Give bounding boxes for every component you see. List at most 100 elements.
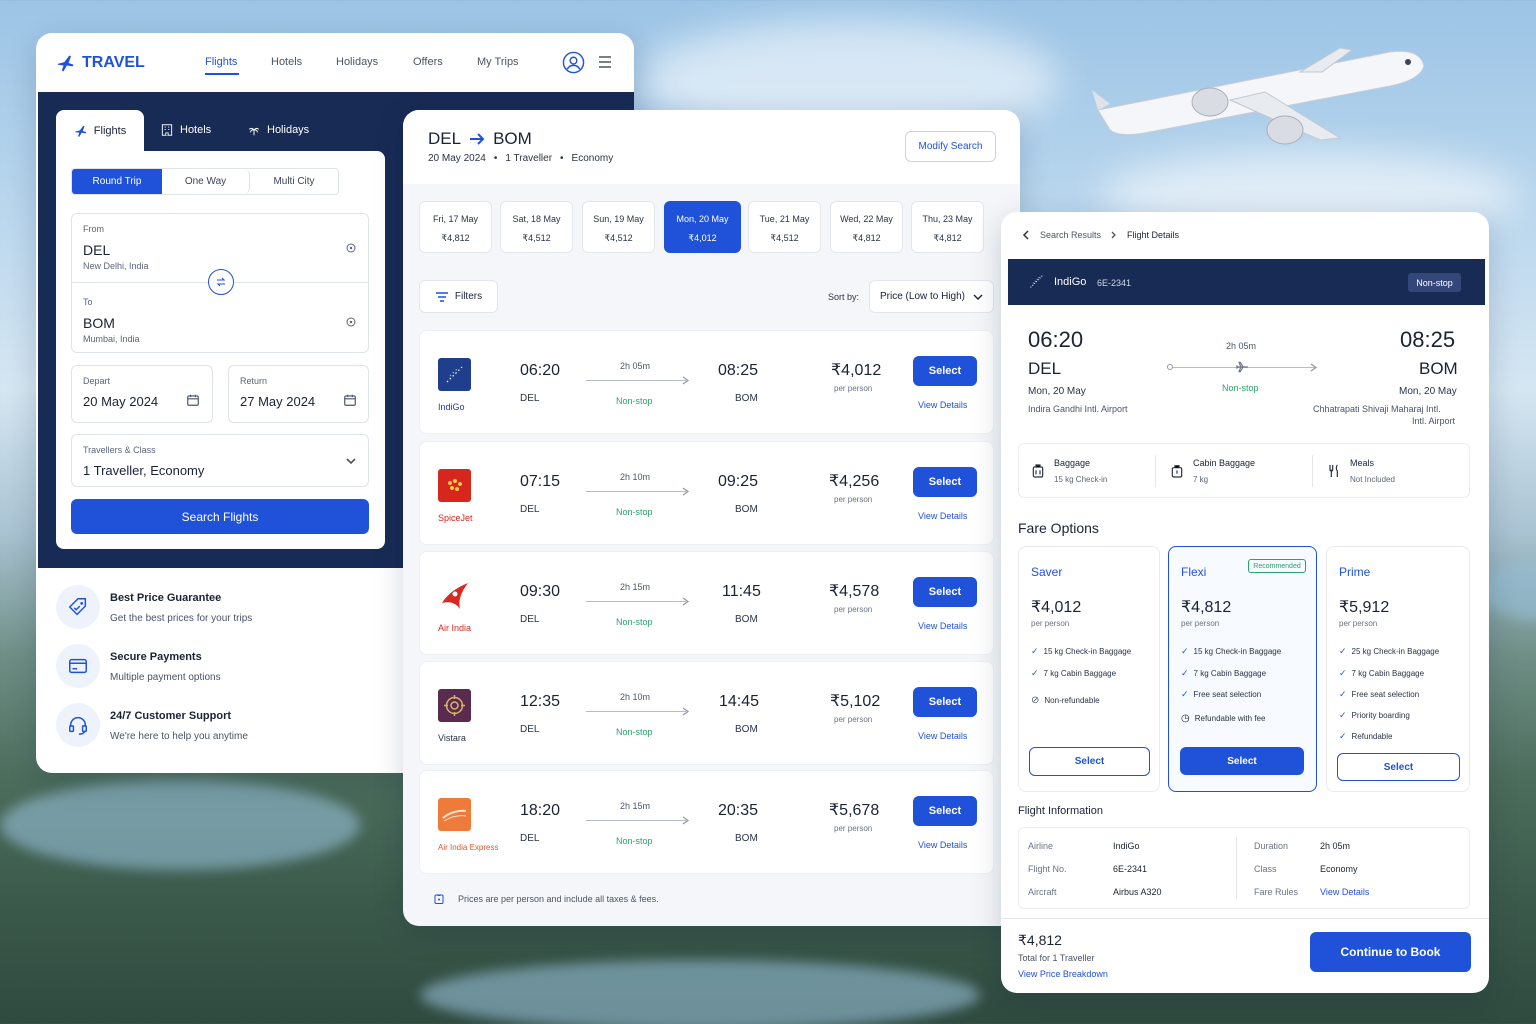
filters-label: Filters <box>454 291 483 302</box>
continue-to-book-button[interactable]: Continue to Book <box>1310 932 1471 972</box>
depart-value: 20 May 2024 <box>83 394 159 409</box>
building-icon <box>161 124 173 136</box>
headset-icon <box>69 717 87 735</box>
brand-logo[interactable]: TRAVEL <box>56 53 145 73</box>
sort-select[interactable]: Price (Low to High) <box>869 280 994 313</box>
search-flights-button[interactable]: Search Flights <box>71 499 369 534</box>
arrival-code: BOM <box>735 614 758 625</box>
flight-row[interactable]: Air India Express 18:20 DEL 2h 15m Non-s… <box>419 770 994 874</box>
detail-departure-code: DEL <box>1028 359 1062 378</box>
date-option[interactable]: Fri, 17 May ₹4,812 <box>419 201 492 253</box>
select-flight-button[interactable]: Select <box>913 687 977 717</box>
flight-row[interactable]: Vistara 12:35 DEL 2h 10m Non-stop 14:45 … <box>419 661 994 765</box>
fare-feature-text: Free seat selection <box>1351 690 1420 699</box>
flight-duration: 2h 15m <box>620 582 651 592</box>
location-target-icon[interactable] <box>345 316 357 328</box>
fare-select-button[interactable]: Select <box>1337 753 1460 781</box>
date-option[interactable]: Sat, 18 May ₹4,512 <box>500 201 573 253</box>
multi-city-option[interactable]: Multi City <box>250 169 338 194</box>
check-icon: ✓ <box>1339 710 1347 720</box>
select-flight-button[interactable]: Select <box>913 796 977 826</box>
flight-duration: 2h 10m <box>620 692 651 702</box>
one-way-option[interactable]: One Way <box>162 169 250 194</box>
express-swoosh-icon <box>442 809 467 822</box>
travellers-value: 1 Traveller, Economy <box>83 463 205 478</box>
view-details-link[interactable]: View Details <box>918 840 967 850</box>
info-value: 6E-2341 <box>1113 864 1148 874</box>
menu-icon[interactable] <box>598 56 612 68</box>
fare-select-button[interactable]: Select <box>1029 747 1150 776</box>
fare-per-person: per person <box>1181 619 1220 628</box>
from-input[interactable]: DEL <box>83 242 110 258</box>
tab-hotels[interactable]: Hotels <box>160 123 211 137</box>
back-chevron-icon[interactable] <box>1022 230 1030 240</box>
flight-row[interactable]: Air India 09:30 DEL 2h 15m Non-stop 11:4… <box>419 551 994 655</box>
date-option[interactable]: Wed, 22 May ₹4,812 <box>830 201 903 253</box>
fare-card-prime[interactable]: Prime ₹5,912 per person ✓ 25 kg Check-in … <box>1326 546 1470 792</box>
view-details-link[interactable]: View Details <box>918 400 967 410</box>
fare-card-flexi[interactable]: Flexi Recommended ₹4,812 per person ✓ 15 … <box>1168 546 1317 792</box>
location-target-icon[interactable] <box>345 242 357 254</box>
view-details-link[interactable]: View Details <box>918 511 967 521</box>
from-city: New Delhi, India <box>83 261 149 271</box>
nav-hotels[interactable]: Hotels <box>271 56 302 68</box>
fare-feature: ✓ 7 kg Cabin Baggage <box>1181 668 1266 679</box>
calendar-icon[interactable] <box>186 393 200 407</box>
select-flight-button[interactable]: Select <box>913 467 977 497</box>
nav-flights[interactable]: Flights <box>205 56 237 68</box>
user-avatar-icon[interactable] <box>562 51 585 74</box>
feature-title: 24/7 Customer Support <box>110 710 232 722</box>
fork-knife-icon <box>1329 464 1338 477</box>
flight-price: ₹5,678 <box>829 802 880 819</box>
view-details-link[interactable]: View Details <box>918 731 967 741</box>
date-price: ₹4,812 <box>933 233 962 243</box>
flight-price: ₹4,578 <box>829 583 880 600</box>
info-label: Fare Rules <box>1254 887 1299 897</box>
fare-feature: ✓ Free seat selection <box>1339 689 1419 700</box>
fare-feature-text: Refundable <box>1351 732 1393 741</box>
fare-feature: ✓ 25 kg Check-in Baggage <box>1339 646 1439 657</box>
date-option[interactable]: Sun, 19 May ₹4,512 <box>582 201 655 253</box>
filter-icon <box>435 291 448 302</box>
tab-flights[interactable]: Flights <box>56 110 144 152</box>
tab-holidays[interactable]: Holidays <box>247 123 309 137</box>
date-day: Thu, 23 May <box>922 214 973 224</box>
select-flight-button[interactable]: Select <box>913 356 977 386</box>
airline-name: IndiGo <box>438 402 465 412</box>
date-option-selected[interactable]: Mon, 20 May ₹4,012 <box>664 201 741 253</box>
calendar-icon[interactable] <box>343 393 357 407</box>
to-input[interactable]: BOM <box>83 315 115 331</box>
flight-row[interactable]: SpiceJet 07:15 DEL 2h 10m Non-stop 09:25… <box>419 441 994 545</box>
check-icon: ✓ <box>1031 668 1039 678</box>
price-per-person: per person <box>834 495 873 504</box>
fare-card-saver[interactable]: Saver ₹4,012 per person ✓ 15 kg Check-in … <box>1018 546 1160 792</box>
price-breakdown-link[interactable]: View Price Breakdown <box>1018 969 1108 979</box>
arrival-code: BOM <box>735 393 758 404</box>
modify-search-button[interactable]: Modify Search <box>905 131 996 162</box>
fare-name: Saver <box>1031 565 1063 579</box>
breadcrumb-search-results[interactable]: Search Results <box>1040 230 1101 240</box>
airline-name: Vistara <box>438 733 466 743</box>
nav-my-trips[interactable]: My Trips <box>477 56 519 68</box>
tab-hotels-label: Hotels <box>180 124 212 136</box>
fare-feature-text: 15 kg Check-in Baggage <box>1043 647 1132 656</box>
fare-rules-link[interactable]: View Details <box>1320 887 1369 897</box>
info-value: IndiGo <box>1113 841 1140 851</box>
swap-button[interactable] <box>208 269 234 295</box>
return-label: Return <box>240 376 268 386</box>
nav-holidays[interactable]: Holidays <box>336 56 378 68</box>
travellers-class-select[interactable] <box>71 434 369 487</box>
select-flight-button[interactable]: Select <box>913 577 977 607</box>
nav-offers[interactable]: Offers <box>413 56 443 68</box>
date-option[interactable]: Thu, 23 May ₹4,812 <box>911 201 984 253</box>
dot-separator: • <box>493 153 498 164</box>
detail-arrival-airport-line2: Intl. Airport <box>1412 416 1456 426</box>
flight-row[interactable]: IndiGo 06:20 DEL 2h 05m Non-stop 08:25 B… <box>419 330 994 434</box>
filters-button[interactable]: Filters <box>419 280 498 313</box>
date-option[interactable]: Tue, 21 May ₹4,512 <box>748 201 821 253</box>
view-details-link[interactable]: View Details <box>918 621 967 631</box>
fare-feature-text: Refundable with fee <box>1194 714 1266 723</box>
to-label: To <box>83 297 93 307</box>
round-trip-option[interactable]: Round Trip <box>72 169 162 194</box>
fare-select-button[interactable]: Select <box>1180 747 1304 775</box>
